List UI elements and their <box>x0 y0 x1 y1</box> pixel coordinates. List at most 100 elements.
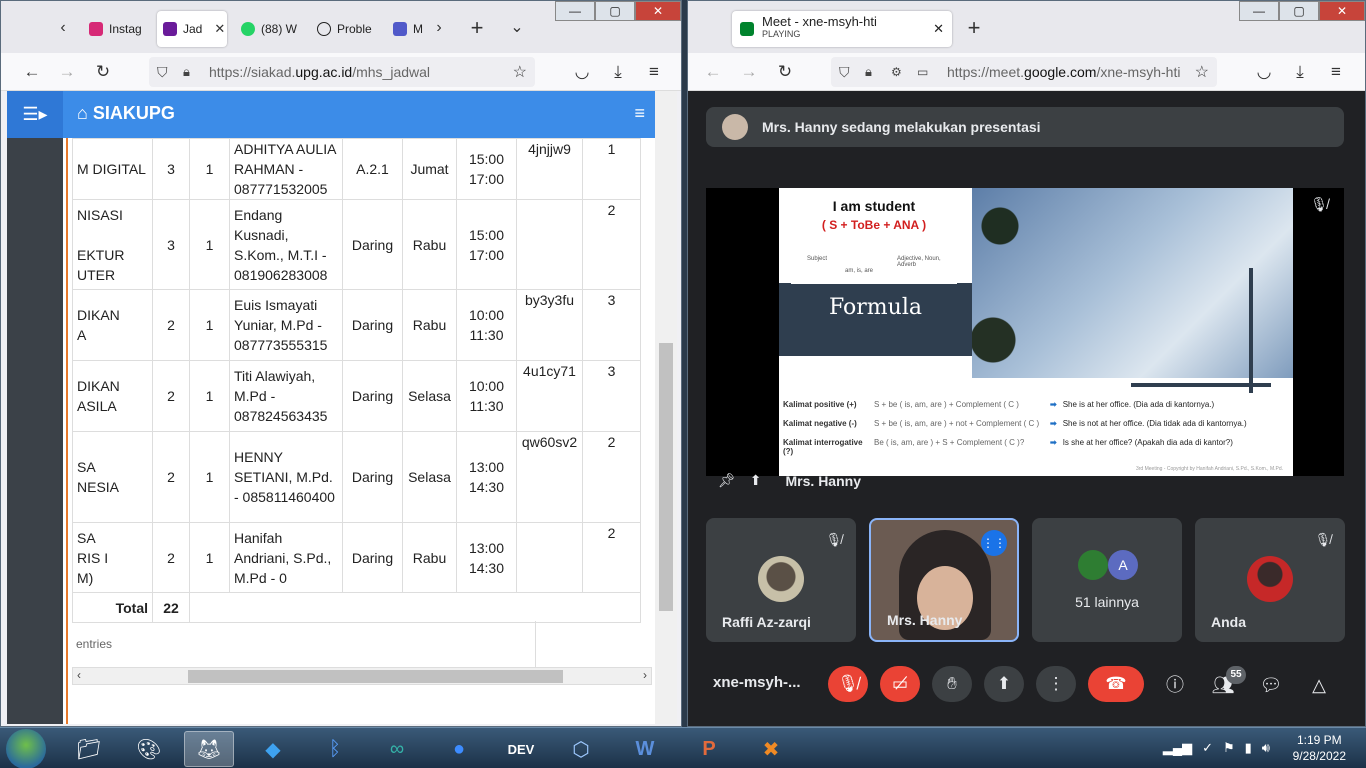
url-bar[interactable]: ⛉ 🔒︎ ⚙ ▭ https://meet. google.com/xne-msy… <box>831 57 1217 87</box>
forward-arrow-icon[interactable]: → <box>56 61 78 83</box>
downloads-icon[interactable]: ⤓ <box>1289 61 1311 83</box>
maximize-button[interactable]: ▢ <box>1279 1 1319 21</box>
camera-off-button[interactable]: ▭̸ <box>880 666 920 702</box>
tab-meet[interactable]: Meet - xne-msyh-hti PLAYING ✕ <box>732 11 952 47</box>
day-cell: Rabu <box>402 199 457 290</box>
start-button[interactable] <box>6 729 46 768</box>
update-icon[interactable]: ✓ <box>1202 740 1213 756</box>
paint-icon[interactable]: 🎨︎ <box>124 731 174 767</box>
slide: Formula I am student ( S + ToBe + ANA ) … <box>779 188 1293 476</box>
tab-teams[interactable]: M <box>387 11 431 47</box>
scrollbar-thumb[interactable] <box>188 670 563 683</box>
code-cell: 4jnjjw9 <box>516 138 583 200</box>
present-to-all-icon[interactable]: ⬆︎ <box>750 472 762 489</box>
vertical-scrollbar[interactable] <box>655 91 677 724</box>
word-icon[interactable]: W <box>620 731 670 767</box>
dev-cpp-icon[interactable]: DEV <box>496 731 546 767</box>
reload-icon[interactable]: ↻ <box>774 61 796 83</box>
sidebar-toggle-icon[interactable]: ☰▸ <box>7 91 63 138</box>
back-arrow-icon[interactable]: ← <box>21 61 43 83</box>
window-close-button[interactable]: ✕ <box>635 1 681 21</box>
participant-tile[interactable]: ⋮⋮ Mrs. Hanny <box>869 518 1019 642</box>
window-close-button[interactable]: ✕ <box>1319 1 1365 21</box>
class-cell: 1 <box>189 360 230 432</box>
activities-icon[interactable]: △ <box>1306 672 1332 698</box>
total-row: Total 22 <box>72 592 641 623</box>
participant-tile[interactable]: 🎙︎̸ Anda <box>1195 518 1345 642</box>
present-screen-button[interactable]: ⬆︎ <box>984 666 1024 702</box>
network-icon[interactable]: ▮ <box>1245 740 1252 756</box>
firefox-icon[interactable]: 🦊︎ <box>184 731 234 767</box>
slide-row: Kalimat negative (-) S + be ( is, am, ar… <box>783 419 1293 428</box>
tab-label: M <box>413 22 423 36</box>
close-icon[interactable]: ✕ <box>933 21 944 37</box>
url-bar[interactable]: ⛉ 🔒︎ https://siakad. upg.ac.id/mhs_jadwal… <box>149 57 535 87</box>
zoom-icon[interactable]: ● <box>434 731 484 767</box>
sks-cell: 3 <box>152 138 190 200</box>
menu-icon[interactable]: ≡ <box>643 61 665 83</box>
virtualbox-icon[interactable]: ⬡ <box>556 731 606 767</box>
shield-icon: ⛉ <box>157 63 168 80</box>
course-cell: DIKAN ASILA <box>72 360 153 432</box>
siak-brand[interactable]: ⌂ SIAKUPG <box>77 103 175 124</box>
xampp-icon[interactable]: ✖ <box>746 731 796 767</box>
minimize-button[interactable]: — <box>555 1 595 21</box>
list-all-tabs-icon[interactable]: ⌄ <box>507 18 527 38</box>
tab-problem[interactable]: Proble <box>311 11 381 47</box>
signal-icon[interactable]: ▂▄▆ <box>1163 740 1192 756</box>
arduino-icon[interactable]: ∞ <box>372 731 422 767</box>
file-explorer-icon[interactable]: 📁︎ <box>64 731 114 767</box>
powerpoint-icon[interactable]: P <box>684 731 734 767</box>
tab-jadwal[interactable]: Jad ✕ <box>157 11 227 47</box>
mic-off-button[interactable]: 🎙︎̸ <box>828 666 868 702</box>
flag-icon[interactable]: ⚑ <box>1223 740 1235 756</box>
scrollbar-thumb[interactable] <box>659 343 673 611</box>
reload-icon[interactable]: ↻ <box>92 61 114 83</box>
bookmark-star-icon[interactable]: ☆ <box>1195 62 1209 82</box>
screen-share-icon[interactable]: ▭ <box>917 65 928 79</box>
presentation-stage[interactable]: Formula I am student ( S + ToBe + ANA ) … <box>706 188 1344 476</box>
bluetooth-icon[interactable]: ᛒ <box>310 731 360 767</box>
left-tab-bar: ‹ Instag Jad ✕ (88) W Proble M › + ⌄ — ▢… <box>1 1 681 53</box>
permissions-icon[interactable]: ⚙ <box>891 65 902 79</box>
people-icon[interactable]: 👥︎ 55 <box>1210 666 1246 698</box>
downloads-icon[interactable]: ⤓ <box>607 61 629 83</box>
tab-label: Jad <box>183 22 203 36</box>
pin-icon[interactable]: 📌︎ <box>718 472 736 489</box>
tab-scroll-left-icon[interactable]: ‹ <box>53 18 73 38</box>
more-options-button[interactable]: ⋮ <box>1036 666 1076 702</box>
new-tab-button[interactable]: + <box>467 17 487 39</box>
pocket-icon[interactable]: ◡ <box>1253 61 1275 83</box>
tab-instagram[interactable]: Instag <box>83 11 149 47</box>
maximize-button[interactable]: ▢ <box>595 1 635 21</box>
tab-whatsapp[interactable]: (88) W <box>235 11 305 47</box>
close-icon[interactable]: ✕ <box>214 21 225 37</box>
meeting-details-icon[interactable]: ⓘ <box>1162 672 1188 698</box>
total-empty <box>189 592 641 623</box>
slide-heading: I am student <box>832 198 916 214</box>
vscode-icon[interactable]: ◆ <box>248 731 298 767</box>
menu-icon[interactable]: ≡ <box>1325 61 1347 83</box>
participant-tile[interactable]: 🎙︎̸ Raffi Az-zarqi <box>706 518 856 642</box>
horizontal-scrollbar[interactable]: ‹ › <box>72 667 652 685</box>
chat-icon[interactable]: 💬︎ <box>1258 672 1284 698</box>
bookmark-star-icon[interactable]: ☆ <box>513 62 527 82</box>
participant-name: Mrs. Hanny <box>887 612 963 628</box>
scroll-left-icon[interactable]: ‹ <box>77 668 81 682</box>
participant-tile[interactable]: A 51 lainnya <box>1032 518 1182 642</box>
url-prefix: https://meet. <box>947 64 1025 80</box>
back-arrow-icon[interactable]: ← <box>702 61 724 83</box>
minimize-button[interactable]: — <box>1239 1 1279 21</box>
semester-cell: 2 <box>582 199 641 290</box>
leave-call-button[interactable]: ☎︎ <box>1088 666 1144 702</box>
clock[interactable]: 1:19 PM 9/28/2022 <box>1293 732 1346 764</box>
forward-arrow-icon[interactable]: → <box>738 61 760 83</box>
new-tab-button[interactable]: + <box>964 17 984 39</box>
raise-hand-button[interactable]: ✋︎ <box>932 666 972 702</box>
hamburger-menu-icon[interactable]: ≡ <box>634 103 645 124</box>
volume-icon[interactable]: 🔊︎ <box>1262 740 1270 756</box>
slide-copyright: 3rd Meeting - Copyright by Hanifah Andri… <box>1135 466 1283 472</box>
tab-scroll-right-icon[interactable]: › <box>429 18 449 38</box>
pocket-icon[interactable]: ◡ <box>571 61 593 83</box>
scroll-right-icon[interactable]: › <box>643 668 647 682</box>
